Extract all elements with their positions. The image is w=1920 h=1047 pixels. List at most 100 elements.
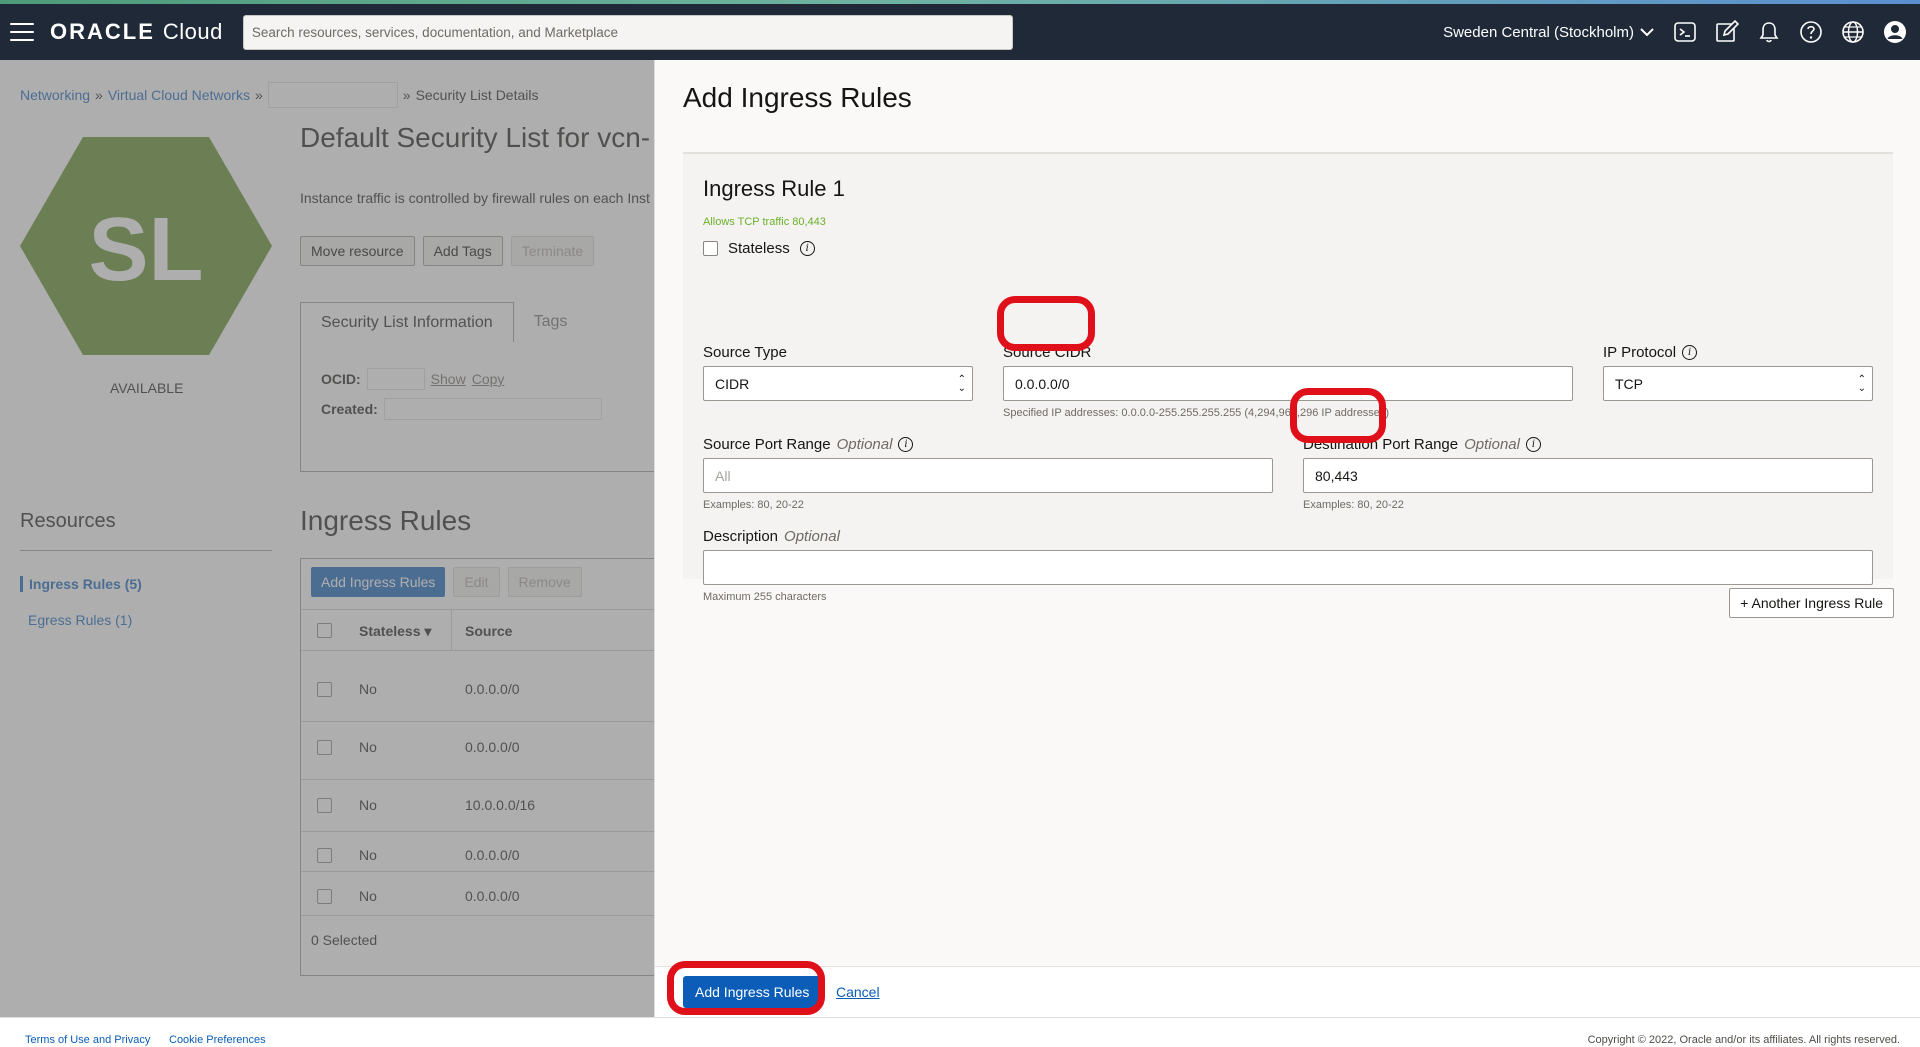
- select-arrows-icon: ⌃ ⌄: [957, 374, 966, 394]
- breadcrumb-current: Security List Details: [415, 87, 539, 103]
- security-list-info-panel: OCID: Show Copy Created:: [300, 342, 654, 472]
- add-tags-button[interactable]: Add Tags: [422, 236, 503, 266]
- add-ingress-rules-drawer: Add Ingress Rules Ingress Rule 1 Allows …: [654, 60, 1920, 1017]
- destination-port-hint: Examples: 80, 20-22: [1303, 499, 1404, 511]
- resource-actions: Move resource Add Tags Terminate: [300, 236, 595, 266]
- row-source: 0.0.0.0/0: [465, 888, 520, 904]
- ingress-rules-table: Add Ingress Rules Edit Remove Stateless …: [300, 558, 654, 976]
- ingress-rule-card: Ingress Rule 1 Allows TCP traffic 80,443…: [683, 154, 1893, 603]
- hamburger-menu-icon[interactable]: [10, 23, 34, 41]
- stateless-info-icon[interactable]: i: [799, 241, 815, 256]
- stateless-checkbox[interactable]: [703, 241, 718, 256]
- cloud-shell-icon[interactable]: [1672, 19, 1698, 45]
- select-all-checkbox[interactable]: [317, 623, 332, 638]
- allows-summary: Allows TCP traffic 80,443: [703, 216, 826, 228]
- detail-tabs: Security List Information Tags: [300, 302, 587, 342]
- source-port-input[interactable]: All: [703, 458, 1273, 493]
- row-stateless: No: [359, 681, 377, 697]
- page-footer: Terms of Use and Privacy Cookie Preferen…: [0, 1017, 1920, 1047]
- row-source: 0.0.0.0/0: [465, 739, 520, 755]
- add-ingress-rules-submit-button[interactable]: Add Ingress Rules: [683, 976, 822, 1008]
- security-list-hexagon-icon: SL: [20, 137, 272, 355]
- another-ingress-rule-button[interactable]: + Another Ingress Rule: [1729, 588, 1894, 618]
- description-input[interactable]: [703, 550, 1873, 585]
- row-checkbox[interactable]: [317, 848, 332, 863]
- select-arrows-icon: ⌃ ⌄: [1857, 374, 1866, 394]
- remove-button[interactable]: Remove: [507, 567, 582, 597]
- row-stateless: No: [359, 888, 377, 904]
- redacted-ocid: [366, 368, 425, 390]
- edit-feedback-icon[interactable]: [1714, 19, 1740, 45]
- add-ingress-rules-table-button[interactable]: Add Ingress Rules: [311, 567, 446, 597]
- top-navigation-bar: ORACLE Cloud Search resources, services,…: [0, 4, 1920, 60]
- ip-protocol-info-icon[interactable]: i: [1682, 345, 1698, 360]
- cookie-preferences-link[interactable]: Cookie Preferences: [169, 1034, 266, 1046]
- cancel-link[interactable]: Cancel: [836, 984, 880, 1000]
- rule-title: Ingress Rule 1: [703, 176, 845, 201]
- help-icon[interactable]: [1798, 19, 1824, 45]
- source-type-select[interactable]: CIDR ⌃ ⌄: [703, 366, 973, 401]
- terms-link[interactable]: Terms of Use and Privacy: [25, 1034, 150, 1046]
- destination-port-info-icon[interactable]: i: [1525, 437, 1541, 452]
- destination-port-input[interactable]: 80,443: [1303, 458, 1873, 493]
- source-port-hint: Examples: 80, 20-22: [703, 499, 804, 511]
- created-row: Created:: [321, 398, 602, 420]
- selected-count: 0 Selected: [311, 932, 378, 948]
- region-selector[interactable]: Sweden Central (Stockholm): [1443, 24, 1654, 41]
- table-header: Stateless ▾ Source: [301, 609, 654, 651]
- row-stateless: No: [359, 739, 377, 755]
- destination-port-label: Destination Port Range Optional i: [1303, 436, 1541, 453]
- resource-status: AVAILABLE: [110, 380, 184, 396]
- move-resource-button[interactable]: Move resource: [300, 236, 415, 266]
- notifications-bell-icon[interactable]: [1756, 19, 1782, 45]
- row-checkbox[interactable]: [317, 682, 332, 697]
- global-search-input[interactable]: Search resources, services, documentatio…: [242, 14, 1013, 50]
- ip-protocol-select[interactable]: TCP ⌃ ⌄: [1603, 366, 1873, 401]
- row-source: 0.0.0.0/0: [465, 847, 520, 863]
- page-title: Default Security List for vcn-: [300, 122, 651, 153]
- ingress-rules-heading: Ingress Rules: [300, 505, 472, 536]
- ocid-row: OCID: Show Copy: [321, 368, 504, 390]
- edit-button[interactable]: Edit: [453, 567, 500, 597]
- drawer-footer: Add Ingress Rules Cancel: [655, 966, 1920, 1017]
- nav-egress-rules[interactable]: Egress Rules (1): [28, 612, 132, 628]
- search-placeholder: Search resources, services, documentatio…: [251, 24, 619, 40]
- logo-product: Cloud: [162, 19, 223, 44]
- column-source[interactable]: Source: [465, 623, 512, 639]
- region-label: Sweden Central (Stockholm): [1443, 23, 1634, 41]
- ocid-show-link[interactable]: Show: [431, 371, 466, 387]
- table-actions: Add Ingress Rules Edit Remove: [311, 567, 582, 597]
- terminate-button[interactable]: Terminate: [510, 236, 595, 266]
- row-checkbox[interactable]: [317, 740, 332, 755]
- description-hint: Maximum 255 characters: [703, 591, 827, 603]
- security-list-details-page: Networking » Virtual Cloud Networks » » …: [0, 60, 654, 1017]
- copyright: Copyright © 2022, Oracle and/or its affi…: [1587, 1034, 1900, 1046]
- row-checkbox[interactable]: [317, 798, 332, 813]
- resources-divider: [20, 550, 272, 551]
- breadcrumb-vcns[interactable]: Virtual Cloud Networks: [108, 87, 250, 103]
- stateless-option: Stateless i: [703, 240, 815, 257]
- redacted-created: [383, 398, 602, 420]
- tab-tags[interactable]: Tags: [514, 302, 588, 342]
- source-cidr-input[interactable]: 0.0.0.0/0: [1003, 366, 1573, 401]
- row-source: 0.0.0.0/0: [465, 681, 520, 697]
- nav-ingress-rules[interactable]: Ingress Rules (5): [20, 576, 142, 592]
- row-stateless: No: [359, 847, 377, 863]
- language-globe-icon[interactable]: [1840, 19, 1866, 45]
- redacted-breadcrumb: [267, 82, 398, 108]
- description-label: Description Optional: [703, 528, 840, 545]
- ocid-copy-link[interactable]: Copy: [472, 371, 505, 387]
- breadcrumb-networking[interactable]: Networking: [20, 87, 90, 103]
- user-profile-icon[interactable]: [1882, 19, 1908, 45]
- hexagon-text: SL: [88, 200, 203, 300]
- created-label: Created:: [321, 401, 378, 417]
- source-port-label: Source Port Range Optional i: [703, 436, 914, 453]
- ip-protocol-label: IP Protocol i: [1603, 344, 1698, 361]
- source-port-info-icon[interactable]: i: [898, 437, 914, 452]
- column-stateless[interactable]: Stateless ▾: [359, 623, 431, 640]
- oracle-cloud-logo[interactable]: ORACLE Cloud: [50, 19, 223, 45]
- row-checkbox[interactable]: [317, 889, 332, 904]
- row-source: 10.0.0.0/16: [465, 797, 536, 813]
- page-description: Instance traffic is controlled by firewa…: [300, 190, 650, 206]
- tab-security-list-information[interactable]: Security List Information: [300, 302, 514, 342]
